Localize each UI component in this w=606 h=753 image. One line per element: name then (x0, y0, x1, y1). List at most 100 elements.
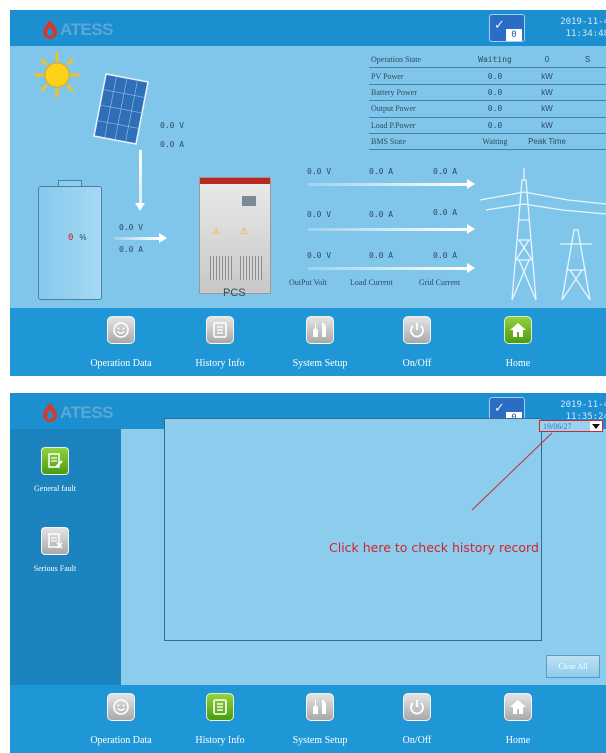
top-bar: ATESS ✓ 0 2019-11-4 11:34:48 (10, 10, 606, 46)
nav-system-setup[interactable]: System Setup (280, 308, 360, 376)
nav-operation-data[interactable]: Operation Data (81, 308, 161, 376)
battery-soc-unit: % (79, 233, 87, 242)
nav-on-off[interactable]: On/Off (377, 308, 457, 376)
table-row: Battery Power 0.0 kW (369, 84, 606, 102)
warning-icon: ⚠ (212, 226, 221, 236)
table-row: PV Power 0.0 kW (369, 67, 606, 85)
nav-history-info[interactable]: History Info (180, 308, 260, 376)
load-current-label: Load Current (350, 278, 393, 287)
ateass-logo-icon (43, 403, 57, 422)
nav-label: On/Off (402, 735, 432, 746)
nav-label: Home (505, 735, 531, 746)
clear-all-button[interactable]: Clear All (546, 655, 600, 678)
pcs-header-strip (200, 178, 270, 184)
status-label: Output Power (369, 100, 463, 118)
status-label: PV Power (369, 67, 463, 85)
annotation-hint: Click here to check history record (329, 540, 539, 555)
output-volt-label: OutPut Volt (289, 278, 327, 287)
serious-fault-icon (41, 527, 69, 555)
phase-3-grid-current: 0.0 A (433, 251, 458, 260)
nav-label: Home (505, 358, 531, 369)
table-row: Operation State Waiting 0 S (369, 52, 606, 69)
nav-home[interactable]: Home (478, 308, 558, 376)
pcs-label: PCS (223, 287, 246, 299)
status-value: 0.0 (463, 84, 525, 102)
sun-icon (34, 52, 80, 98)
status-unit: S (567, 52, 606, 69)
nav-label: Operation Data (90, 358, 152, 369)
battery-voltage: 0.0 V (119, 223, 144, 232)
status-value: 0.0 (463, 67, 525, 85)
phase-2-grid-current: 0.0 A (433, 208, 458, 217)
history-icon (206, 693, 234, 721)
power-tower-icon (479, 168, 606, 300)
nav-label: History Info (195, 358, 245, 369)
grid-current-label: Grid Current (419, 278, 461, 287)
pv-current: 0.0 A (160, 140, 185, 149)
phase-2-volt: 0.0 V (307, 210, 332, 219)
phase-3-volt: 0.0 V (307, 251, 332, 260)
tools-icon (306, 316, 334, 344)
status-label: Operation State (369, 52, 463, 69)
chevron-down-icon (590, 421, 602, 431)
history-icon (206, 316, 234, 344)
ateass-logo-icon (43, 20, 57, 39)
nav-label: System Setup (292, 358, 348, 369)
status-value: 0.0 (463, 100, 525, 118)
status-value: Waiting (463, 52, 525, 69)
pcs-vent (240, 256, 262, 280)
general-fault-label: General fault (34, 484, 76, 493)
nav-label: History Info (195, 735, 245, 746)
phase-2-load-current: 0.0 A (369, 210, 394, 219)
solar-panel-icon (93, 73, 149, 145)
power-icon (403, 693, 431, 721)
nav-operation-data[interactable]: Operation Data (81, 685, 161, 753)
status-label: BMS State (369, 133, 463, 151)
table-row: Output Power 0.0 kW (369, 100, 606, 118)
table-row: Load P.Power 0.0 kW (369, 117, 606, 134)
phase-1-volt: 0.0 V (307, 167, 332, 176)
nav-label: On/Off (402, 358, 432, 369)
home-screen: ATESS ✓ 0 2019-11-4 11:34:48 0.0 V 0.0 A (10, 10, 606, 376)
date-select-value: 19/06/27 (543, 422, 572, 431)
pv-voltage: 0.0 V (160, 121, 185, 130)
alarm-indicator[interactable]: ✓ 0 (489, 14, 525, 42)
phase-1-flow-arrow (308, 179, 475, 189)
checkmark-icon: ✓ (494, 18, 505, 33)
status-label: Battery Power (369, 84, 463, 102)
battery-current: 0.0 A (119, 245, 144, 254)
phase-3-flow-arrow (308, 263, 475, 273)
pcs-display (242, 196, 256, 206)
nav-system-setup[interactable]: System Setup (280, 685, 360, 753)
phase-3-load-current: 0.0 A (369, 251, 394, 260)
pcs-vent (210, 256, 232, 280)
pv-flow-arrow (135, 150, 145, 211)
status-value: Waiting (463, 133, 525, 151)
status-unit: kW (525, 117, 567, 134)
bottom-nav: Operation Data History Info System Setup… (10, 308, 606, 376)
brand-logo-text: ATESS (60, 20, 113, 39)
nav-home[interactable]: Home (478, 685, 558, 753)
clock-date: 2019-11-4 (560, 400, 606, 410)
warning-icon: ⚠ (240, 226, 249, 236)
brand-logo-text: ATESS (60, 403, 113, 422)
smiley-icon (107, 693, 135, 721)
history-screen: ATESS ✓ 0 2019-11-4 11:35:24 General fau… (10, 393, 606, 753)
checkmark-icon: ✓ (494, 401, 505, 416)
nav-history-info[interactable]: History Info (180, 685, 260, 753)
history-date-select[interactable]: 19/06/27 (539, 420, 603, 432)
status-unit: Peak Time (525, 133, 567, 151)
alarm-count: 0 (506, 29, 522, 41)
table-row: BMS State Waiting Peak Time (369, 133, 606, 151)
status-value-2: 0 (525, 52, 567, 69)
nav-on-off[interactable]: On/Off (377, 685, 457, 753)
history-record-list (164, 418, 542, 641)
nav-label: System Setup (292, 735, 348, 746)
pcs-cabinet: ⚠ ⚠ (199, 177, 271, 294)
phase-2-flow-arrow (308, 224, 475, 234)
phase-1-load-current: 0.0 A (369, 167, 394, 176)
smiley-icon (107, 316, 135, 344)
nav-label: Operation Data (90, 735, 152, 746)
home-icon (504, 316, 532, 344)
status-unit: kW (525, 84, 567, 102)
